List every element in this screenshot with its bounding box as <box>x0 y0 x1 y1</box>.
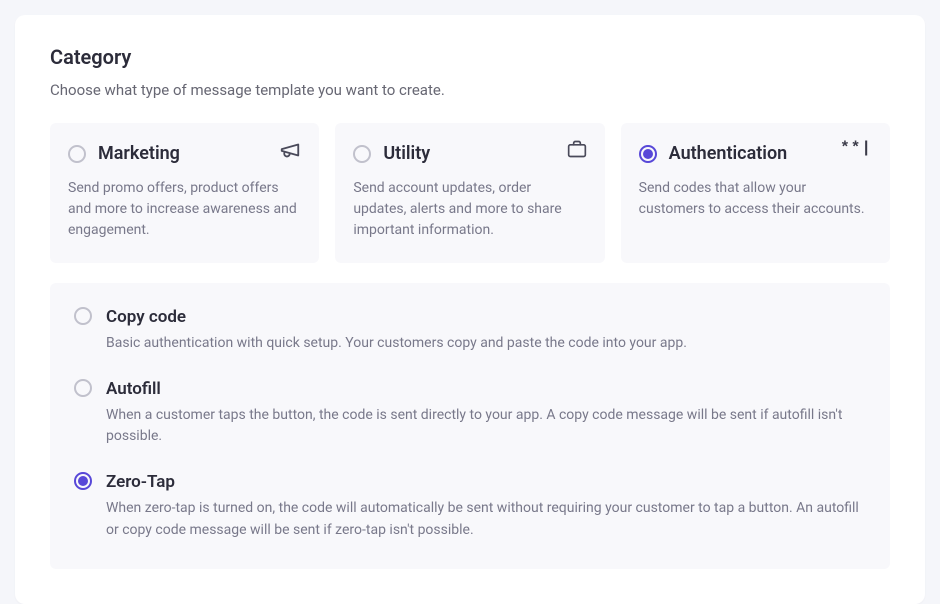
briefcase-icon <box>567 139 587 163</box>
category-desc: Send promo offers, product offers and mo… <box>68 178 301 241</box>
option-desc: When zero-tap is turned on, the code wil… <box>106 498 866 541</box>
category-panel: Category Choose what type of message tem… <box>15 15 925 604</box>
category-desc: Send account updates, order updates, ale… <box>353 178 586 241</box>
category-title: Utility <box>383 143 430 164</box>
category-row: Marketing Send promo offers, product off… <box>50 123 890 263</box>
option-title: Autofill <box>106 379 866 399</box>
option-desc: When a customer taps the button, the cod… <box>106 405 866 448</box>
category-card-utility[interactable]: Utility Send account updates, order upda… <box>335 123 604 263</box>
section-title: Category <box>50 45 890 69</box>
option-desc: Basic authentication with quick setup. Y… <box>106 333 866 355</box>
radio-marketing[interactable] <box>68 145 86 163</box>
section-subtitle: Choose what type of message template you… <box>50 81 890 99</box>
category-desc: Send codes that allow your customers to … <box>639 178 872 220</box>
category-card-marketing[interactable]: Marketing Send promo offers, product off… <box>50 123 319 263</box>
radio-zero-tap[interactable] <box>74 472 92 490</box>
option-autofill[interactable]: Autofill When a customer taps the button… <box>74 379 866 448</box>
radio-authentication[interactable] <box>639 145 657 163</box>
megaphone-icon <box>279 139 301 165</box>
option-title: Copy code <box>106 307 866 327</box>
category-card-authentication[interactable]: Authentication **| Send codes that allow… <box>621 123 890 263</box>
category-title: Authentication <box>669 143 788 164</box>
option-zero-tap[interactable]: Zero-Tap When zero-tap is turned on, the… <box>74 472 866 541</box>
option-copy-code[interactable]: Copy code Basic authentication with quic… <box>74 307 866 355</box>
radio-copy-code[interactable] <box>74 307 92 325</box>
option-title: Zero-Tap <box>106 472 866 492</box>
password-icon: **| <box>840 139 872 157</box>
category-title: Marketing <box>98 143 180 164</box>
auth-options-panel: Copy code Basic authentication with quic… <box>50 283 890 569</box>
radio-autofill[interactable] <box>74 379 92 397</box>
radio-utility[interactable] <box>353 145 371 163</box>
